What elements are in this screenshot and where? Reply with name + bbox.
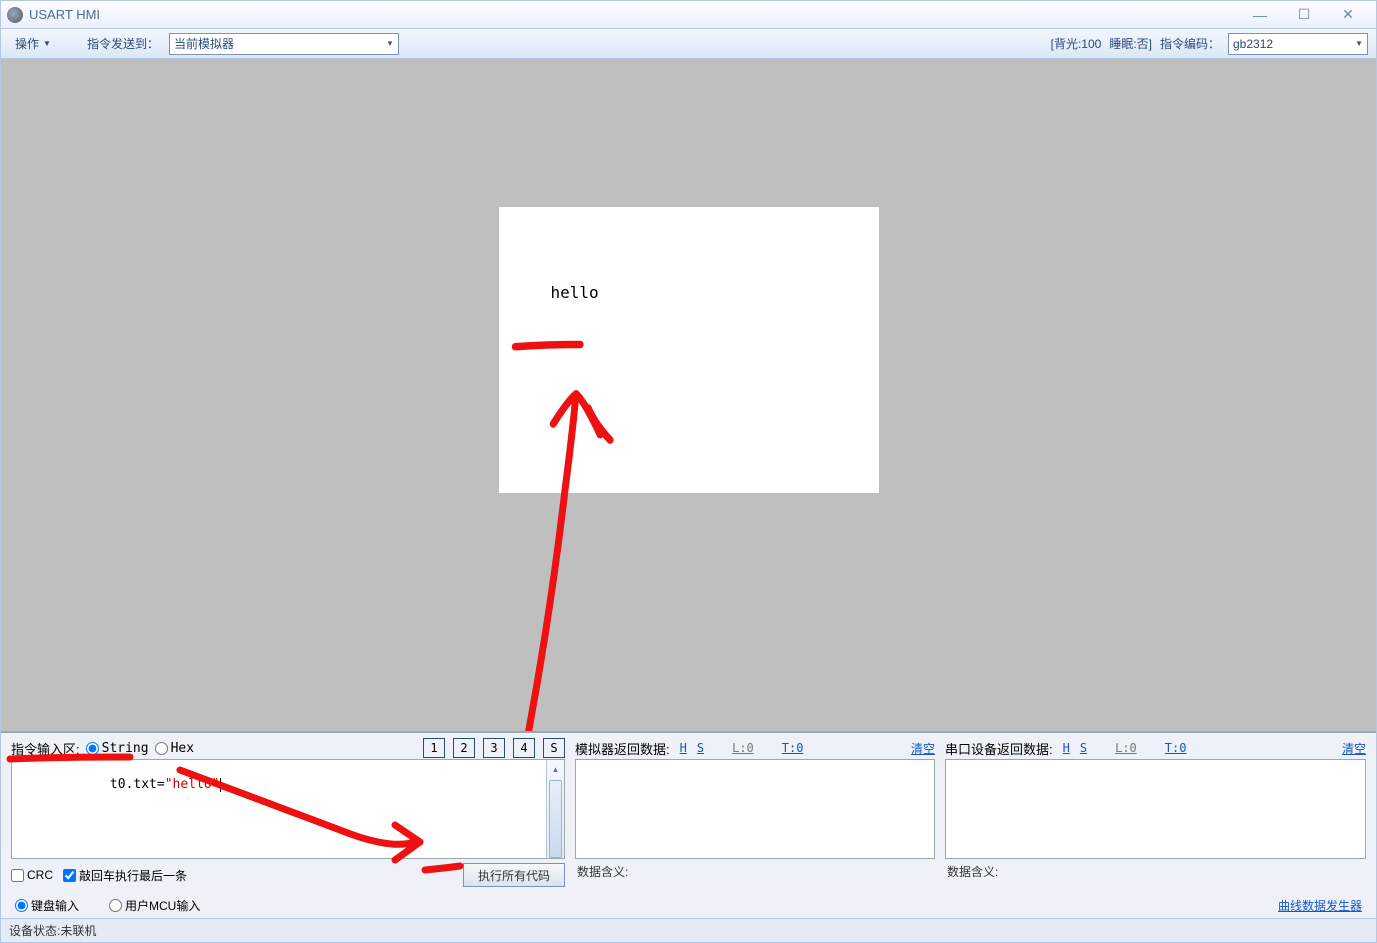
backlight-label: [背光:100	[1051, 35, 1102, 52]
device-status: 设备状态:未联机	[9, 922, 96, 939]
simulator-screen[interactable]: hello	[499, 207, 879, 493]
sim-link-h[interactable]: H	[680, 741, 687, 755]
scroll-up-icon[interactable]: ▲	[547, 760, 564, 778]
preset-button-1[interactable]: 1	[423, 738, 445, 758]
code-plain: t0.txt=	[110, 777, 165, 792]
sim-return-title: 模拟器返回数据:	[575, 739, 670, 758]
app-icon	[7, 7, 23, 23]
encoding-value: gb2312	[1233, 37, 1273, 51]
send-to-combo[interactable]: 当前模拟器 ▼	[169, 33, 399, 55]
radio-hex-input[interactable]	[155, 742, 168, 755]
radio-mcu[interactable]: 用户MCU输入	[109, 897, 200, 914]
sim-return-section: 模拟器返回数据: H S L:0 T:0 清空 数据含义:	[575, 737, 935, 887]
sim-link-l[interactable]: L:0	[732, 741, 754, 755]
command-textarea[interactable]: t0.txt="hello" ▲ ▼	[11, 759, 565, 859]
input-mode-row: 键盘输入 用户MCU输入 曲线数据发生器	[1, 893, 1376, 918]
curve-generator-link[interactable]: 曲线数据发生器	[1278, 897, 1362, 914]
actions-menu[interactable]: 操作 ▼	[9, 33, 57, 54]
sim-return-textarea[interactable]	[575, 759, 935, 859]
input-area-title: 指令输入区:	[11, 739, 80, 758]
simulator-text: hello	[551, 283, 599, 302]
preset-button-2[interactable]: 2	[453, 738, 475, 758]
enter-exec-checkbox[interactable]: 敲回车执行最后一条	[63, 867, 187, 884]
command-input-section: 指令输入区: String Hex 1 2 3 4 S	[11, 737, 565, 887]
send-to-label: 指令发送到：	[87, 35, 159, 52]
actions-label: 操作	[15, 35, 39, 52]
serial-return-textarea[interactable]	[945, 759, 1366, 859]
preset-button-row: 1 2 3 4 S	[423, 738, 565, 758]
crc-checkbox[interactable]: CRC	[11, 868, 53, 882]
preset-button-s[interactable]: S	[543, 738, 565, 758]
serial-return-title: 串口设备返回数据:	[945, 739, 1053, 758]
radio-string[interactable]: String	[86, 741, 149, 756]
serial-link-t[interactable]: T:0	[1165, 741, 1187, 755]
run-all-button[interactable]: 执行所有代码	[463, 863, 565, 887]
chevron-down-icon: ▼	[43, 39, 51, 48]
title-bar: USART HMI — ☐ ✕	[1, 1, 1376, 29]
radio-mcu-input[interactable]	[109, 899, 122, 912]
serial-clear-link[interactable]: 清空	[1342, 740, 1366, 757]
sim-clear-link[interactable]: 清空	[911, 740, 935, 757]
chevron-down-icon: ▼	[1355, 39, 1363, 48]
window-title: USART HMI	[29, 7, 100, 22]
simulator-canvas: hello	[1, 59, 1376, 732]
toolbar: 操作 ▼ 指令发送到： 当前模拟器 ▼ [背光:100 睡眠:否] 指令编码： …	[1, 29, 1376, 59]
send-to-value: 当前模拟器	[174, 35, 234, 52]
sim-meaning-label: 数据含义:	[575, 859, 935, 884]
maximize-button[interactable]: ☐	[1282, 4, 1326, 26]
serial-return-section: 串口设备返回数据: H S L:0 T:0 清空 数据含义:	[945, 737, 1366, 887]
encoding-label: 指令编码：	[1160, 35, 1220, 52]
encoding-combo[interactable]: gb2312 ▼	[1228, 33, 1368, 55]
radio-hex[interactable]: Hex	[155, 741, 194, 756]
radio-keyboard-input[interactable]	[15, 899, 28, 912]
sim-link-s[interactable]: S	[697, 741, 704, 755]
minimize-button[interactable]: —	[1238, 4, 1282, 26]
serial-link-l[interactable]: L:0	[1115, 741, 1137, 755]
serial-meaning-label: 数据含义:	[945, 859, 1366, 884]
radio-string-input[interactable]	[86, 742, 99, 755]
close-button[interactable]: ✕	[1326, 4, 1370, 26]
serial-link-s[interactable]: S	[1080, 741, 1087, 755]
status-bar: 设备状态:未联机	[1, 918, 1376, 942]
bottom-pane: 指令输入区: String Hex 1 2 3 4 S	[1, 732, 1376, 942]
preset-button-3[interactable]: 3	[483, 738, 505, 758]
crc-checkbox-input[interactable]	[11, 869, 24, 882]
radio-keyboard[interactable]: 键盘输入	[15, 897, 79, 914]
scroll-thumb[interactable]	[549, 780, 562, 858]
sim-link-t[interactable]: T:0	[782, 741, 804, 755]
preset-button-4[interactable]: 4	[513, 738, 535, 758]
serial-link-h[interactable]: H	[1063, 741, 1070, 755]
enter-exec-checkbox-input[interactable]	[63, 869, 76, 882]
code-string: "hello"	[165, 777, 220, 792]
sleep-label: 睡眠:否]	[1109, 35, 1152, 52]
scrollbar[interactable]: ▲ ▼	[546, 760, 564, 858]
chevron-down-icon: ▼	[386, 39, 394, 48]
